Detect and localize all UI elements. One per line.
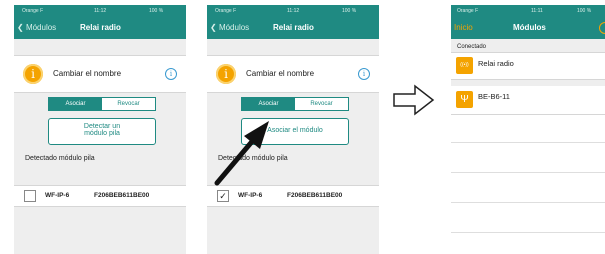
detect-button-line2: módulo pila bbox=[84, 130, 120, 137]
nav-bar: ❮ Módulos Relai radio bbox=[14, 17, 186, 39]
antenna-icon: Ψ bbox=[456, 91, 473, 108]
transition-arrow-icon bbox=[393, 84, 435, 116]
row-divider bbox=[451, 202, 605, 203]
nav-bar: Inicio Módulos bbox=[451, 17, 605, 39]
module-label: BE-B6-11 bbox=[478, 92, 510, 101]
clock-label: 11:12 bbox=[94, 8, 107, 14]
rename-label: Cambiar el nombre bbox=[53, 69, 122, 78]
battery-label: 100 % bbox=[149, 8, 164, 14]
device-id: WF-IP-6 bbox=[45, 192, 70, 199]
row-divider bbox=[451, 172, 605, 173]
info-badge-icon: i bbox=[23, 64, 43, 84]
segment-revocar[interactable]: Revocar bbox=[102, 98, 155, 110]
clock-label: 11:11 bbox=[531, 8, 543, 14]
battery-label: 100 % bbox=[577, 8, 592, 14]
row-divider bbox=[451, 142, 605, 143]
empty-list-area bbox=[451, 115, 605, 254]
status-bar: Orange F 11:11 100 % bbox=[451, 5, 605, 17]
nav-title: Relai radio bbox=[80, 23, 121, 32]
detect-module-button[interactable]: Detectar un módulo pila bbox=[48, 118, 156, 145]
back-button[interactable]: ❮ Módulos bbox=[17, 23, 56, 32]
screen-3: Orange F 11:11 100 % Inicio Módulos Cone… bbox=[451, 5, 605, 254]
nav-title: Módulos bbox=[513, 23, 546, 32]
device-serial: F206BEB611BE00 bbox=[94, 192, 150, 199]
detect-button-line1: Detectar un bbox=[83, 123, 121, 130]
segmented-control: Asociar Revocar bbox=[48, 97, 156, 111]
pointer-arrow-icon bbox=[214, 121, 269, 186]
row-divider bbox=[451, 232, 605, 233]
screen-2: Orange F 11:12 100 % ❮ Módulos Relai rad… bbox=[207, 5, 379, 254]
status-bar: Orange F 11:12 100 % bbox=[14, 5, 186, 17]
module-label: Relai radio bbox=[478, 59, 514, 68]
back-label: Módulos bbox=[25, 23, 57, 32]
module-row-be-b6-11[interactable]: Ψ BE-B6-11 bbox=[451, 86, 605, 115]
info-icon[interactable]: i bbox=[165, 68, 177, 80]
chevron-left-icon: ❮ bbox=[17, 23, 24, 32]
device-row[interactable]: WF-IP-6 F206BEB611BE00 bbox=[14, 185, 186, 207]
carrier-label: Orange F bbox=[22, 8, 44, 14]
segment-asociar[interactable]: Asociar bbox=[49, 98, 102, 110]
radio-waves-icon: ((•)) bbox=[456, 57, 473, 74]
add-circle-icon[interactable] bbox=[599, 22, 605, 34]
carrier-label: Orange F bbox=[457, 8, 479, 14]
device-checkbox[interactable] bbox=[24, 190, 36, 202]
rename-row[interactable]: i Cambiar el nombre i bbox=[14, 55, 186, 93]
screen-1: Orange F 11:12 100 % ❮ Módulos Relai rad… bbox=[14, 5, 186, 254]
module-row-relai-radio[interactable]: ((•)) Relai radio bbox=[451, 52, 605, 80]
home-button[interactable]: Inicio bbox=[454, 23, 473, 32]
section-header-connected: Conectado bbox=[457, 44, 487, 50]
detected-label: Detectado módulo pila bbox=[25, 155, 95, 162]
